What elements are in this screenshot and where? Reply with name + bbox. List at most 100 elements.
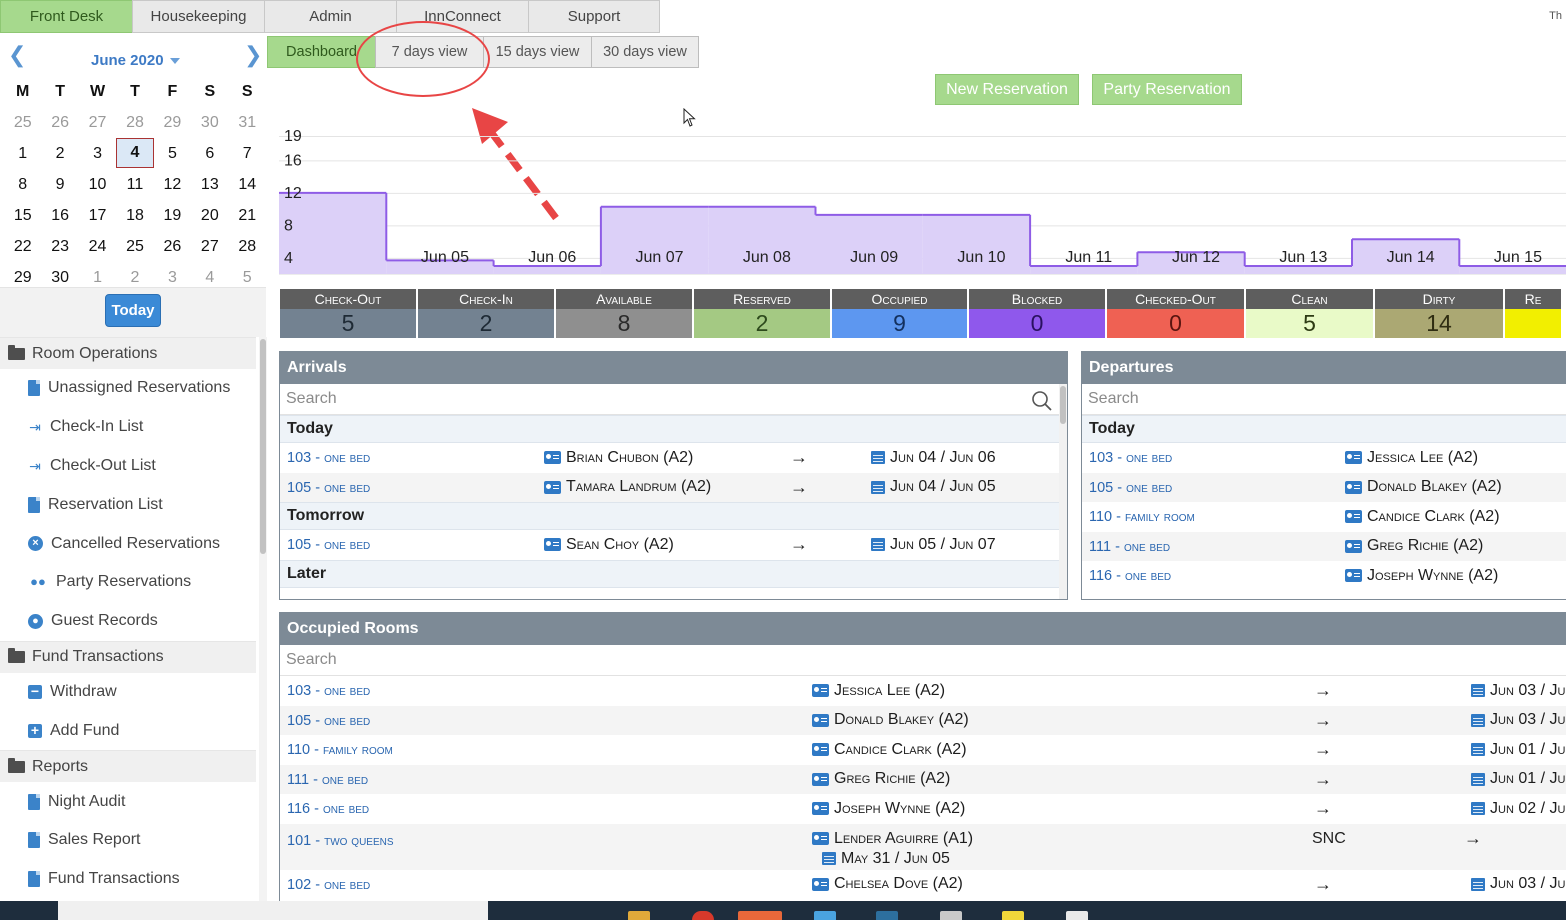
menu-item-cancelled-reservations[interactable]: × Cancelled Reservations bbox=[0, 524, 256, 563]
status-re[interactable]: Re bbox=[1505, 289, 1561, 338]
room-link[interactable]: 103 - one bed bbox=[1089, 449, 1172, 466]
guest-name-link[interactable]: Candice Clark (A2) bbox=[1345, 508, 1500, 526]
calendar-day[interactable]: 17 bbox=[79, 200, 116, 231]
calendar-day[interactable]: 30 bbox=[191, 107, 228, 138]
arrivals-search-input[interactable] bbox=[286, 390, 989, 408]
occupied-row[interactable]: 102 - one bed Chelsea Dove (A2) → Jun 03 / … bbox=[280, 870, 1566, 900]
calendar-day[interactable]: 20 bbox=[191, 200, 228, 231]
status-reserved[interactable]: Reserved 2 bbox=[694, 289, 830, 338]
room-link[interactable]: 105 - one bed bbox=[287, 712, 370, 729]
room-link[interactable]: 116 - one bed bbox=[287, 800, 369, 817]
calendar-day-selected[interactable]: 4 bbox=[116, 138, 154, 168]
menu-group-room-operations[interactable]: Room Operations bbox=[0, 337, 256, 369]
guest-name-link[interactable]: Candice Clark (A2) bbox=[812, 741, 967, 759]
calendar-day[interactable]: 27 bbox=[191, 231, 228, 262]
occupied-row[interactable]: 111 - one bed Greg Richie (A2) → Jun 01 / J… bbox=[280, 764, 1566, 794]
taskbar-folder-icon[interactable] bbox=[628, 911, 650, 920]
calendar-day[interactable]: 6 bbox=[191, 138, 228, 169]
room-link[interactable]: 105 - one bed bbox=[287, 479, 370, 496]
departures-search-input[interactable] bbox=[1088, 390, 1531, 408]
topnav-tab-support[interactable]: Support bbox=[528, 0, 660, 33]
calendar-day[interactable]: 16 bbox=[41, 200, 78, 231]
chevron-left-icon[interactable]: ❮ bbox=[8, 44, 26, 66]
party-reservation-button[interactable]: Party Reservation bbox=[1092, 74, 1242, 105]
guest-name-link[interactable]: Jessica Lee (A2) bbox=[1345, 449, 1478, 467]
taskbar-search[interactable] bbox=[58, 901, 488, 920]
guest-name-link[interactable]: Joseph Wynne (A2) bbox=[1345, 567, 1498, 585]
calendar-day[interactable]: 26 bbox=[154, 231, 191, 262]
arrivals-scrollbar-thumb[interactable] bbox=[1060, 386, 1066, 424]
departure-row[interactable]: 105 - one bed Donald Blakey (A2) bbox=[1082, 472, 1566, 502]
departure-row[interactable]: 116 - one bed Joseph Wynne (A2) bbox=[1082, 561, 1566, 591]
menu-group-reports[interactable]: Reports bbox=[0, 750, 256, 783]
room-link[interactable]: 116 - one bed bbox=[1089, 567, 1171, 584]
status-occupied[interactable]: Occupied 9 bbox=[832, 289, 967, 338]
calendar-day[interactable]: 27 bbox=[79, 107, 116, 138]
calendar-day[interactable]: 2 bbox=[41, 138, 78, 169]
calendar-day[interactable]: 14 bbox=[229, 169, 266, 200]
sidebar-scrollbar-thumb[interactable] bbox=[260, 339, 266, 554]
status-check-in[interactable]: Check-In 2 bbox=[418, 289, 554, 338]
menu-item-guest-records[interactable]: ● Guest Records bbox=[0, 602, 256, 641]
guest-name-link[interactable]: Sean Choy (A2) bbox=[544, 536, 674, 554]
status-dirty[interactable]: Dirty 14 bbox=[1375, 289, 1503, 338]
calendar-month-selector[interactable]: June 2020 bbox=[91, 52, 180, 69]
occupied-row[interactable]: 101 - two queens Lender Aguirre (A1) May 3… bbox=[280, 823, 1566, 870]
guest-name-link[interactable]: Greg Richie (A2) bbox=[1345, 537, 1483, 555]
room-link[interactable]: 103 - one bed bbox=[287, 449, 370, 466]
room-link[interactable]: 101 - two queens bbox=[287, 832, 394, 849]
calendar-day[interactable]: 24 bbox=[79, 231, 116, 262]
today-button[interactable]: Today bbox=[105, 294, 161, 327]
arrival-row[interactable]: 105 - one bed Tamara Landrum (A2) → Jun 04 … bbox=[280, 472, 1067, 502]
calendar-day[interactable]: 11 bbox=[116, 169, 153, 200]
menu-item-check-out-list[interactable]: ⇥ Check-Out List bbox=[0, 447, 256, 486]
calendar-day[interactable]: 22 bbox=[4, 231, 41, 262]
status-available[interactable]: Available 8 bbox=[556, 289, 692, 338]
calendar-day[interactable]: 18 bbox=[116, 200, 153, 231]
calendar-day[interactable]: 31 bbox=[229, 107, 266, 138]
tab-15-days-view[interactable]: 15 days view bbox=[483, 36, 591, 68]
status-check-out[interactable]: Check-Out 5 bbox=[280, 289, 416, 338]
calendar-day[interactable]: 15 bbox=[4, 200, 41, 231]
topnav-tab-front-desk[interactable]: Front Desk bbox=[0, 0, 132, 33]
taskbar-app-icon[interactable] bbox=[876, 911, 898, 920]
room-link[interactable]: 111 - one bed bbox=[287, 771, 368, 788]
room-link[interactable]: 103 - one bed bbox=[287, 682, 370, 699]
departure-row[interactable]: 111 - one bed Greg Richie (A2) bbox=[1082, 531, 1566, 561]
calendar-day[interactable]: 29 bbox=[154, 107, 191, 138]
calendar-day[interactable]: 5 bbox=[154, 138, 191, 169]
taskbar-app-icon[interactable] bbox=[940, 911, 962, 920]
calendar-day[interactable]: 10 bbox=[79, 169, 116, 200]
calendar-day[interactable]: 12 bbox=[154, 169, 191, 200]
room-link[interactable]: 105 - one bed bbox=[287, 536, 370, 553]
guest-name-link[interactable]: Tamara Landrum (A2) bbox=[544, 478, 711, 496]
calendar-day[interactable]: 19 bbox=[154, 200, 191, 231]
taskbar-notes-icon[interactable] bbox=[1002, 911, 1024, 920]
occupied-row[interactable]: 116 - one bed Joseph Wynne (A2) → Jun 02 / … bbox=[280, 794, 1566, 824]
arrival-row[interactable]: 103 - one bed Brian Chubon (A2) → Jun 04 / … bbox=[280, 443, 1067, 473]
calendar-day[interactable]: 25 bbox=[116, 231, 153, 262]
menu-item-add-fund[interactable]: + Add Fund bbox=[0, 711, 256, 750]
calendar-day[interactable]: 23 bbox=[41, 231, 78, 262]
room-link[interactable]: 110 - family room bbox=[287, 741, 393, 758]
search-icon[interactable] bbox=[1031, 390, 1053, 412]
menu-item-sales-report[interactable]: Sales Report bbox=[0, 821, 256, 860]
arrivals-scrollbar[interactable] bbox=[1059, 384, 1067, 599]
calendar-day[interactable]: 25 bbox=[4, 107, 41, 138]
taskbar-app-icon[interactable] bbox=[738, 911, 782, 920]
menu-item-withdraw[interactable]: − Withdraw bbox=[0, 673, 256, 712]
guest-name-link[interactable]: Greg Richie (A2) bbox=[812, 770, 950, 788]
tab-dashboard[interactable]: Dashboard bbox=[267, 36, 375, 68]
topnav-tab-admin[interactable]: Admin bbox=[264, 0, 396, 33]
tab-30-days-view[interactable]: 30 days view bbox=[591, 36, 699, 68]
calendar-day[interactable]: 1 bbox=[4, 138, 41, 169]
guest-name-link[interactable]: Donald Blakey (A2) bbox=[1345, 478, 1502, 496]
menu-item-night-audit[interactable]: Night Audit bbox=[0, 782, 256, 821]
calendar-day[interactable]: 13 bbox=[191, 169, 228, 200]
status-checked-out[interactable]: Checked-Out 0 bbox=[1107, 289, 1244, 338]
taskbar-app-icon[interactable] bbox=[814, 911, 836, 920]
topnav-tab-housekeeping[interactable]: Housekeeping bbox=[132, 0, 264, 33]
taskbar-browser-icon[interactable] bbox=[692, 911, 714, 920]
guest-name-link[interactable]: Jessica Lee (A2) bbox=[812, 682, 945, 700]
calendar-day[interactable]: 8 bbox=[4, 169, 41, 200]
